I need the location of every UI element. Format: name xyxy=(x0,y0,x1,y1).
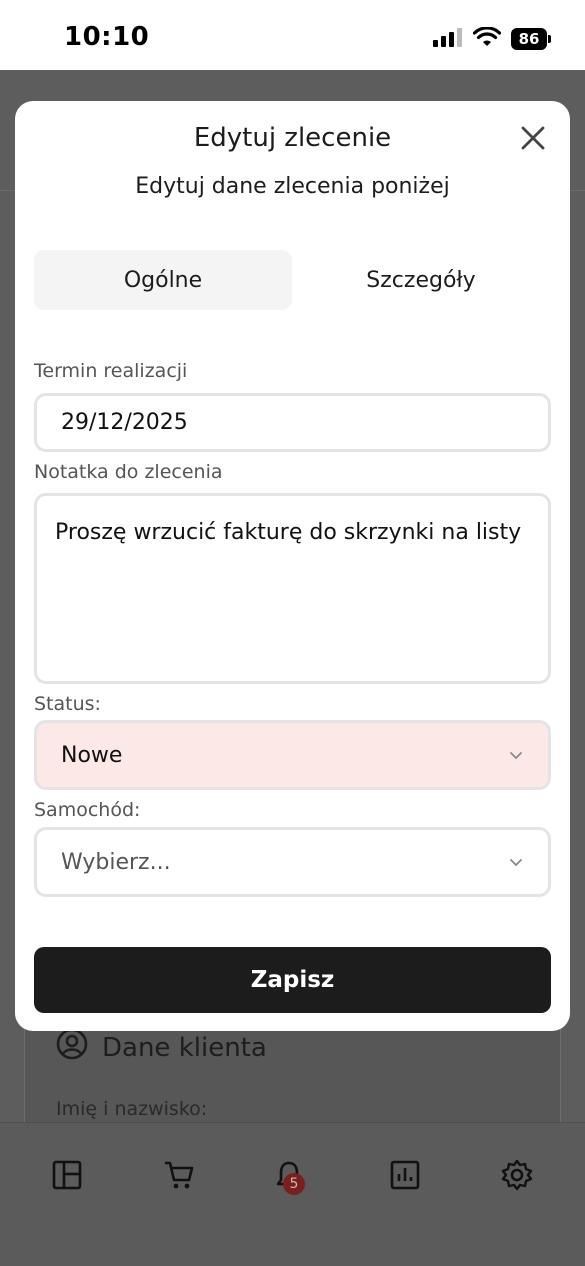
modal-subtitle: Edytuj dane zlecenia poniżej xyxy=(135,174,450,199)
chevron-down-icon xyxy=(508,854,524,870)
car-select[interactable]: Wybierz... xyxy=(34,827,551,897)
nav-settings[interactable] xyxy=(497,1157,537,1197)
status-icons: 86 xyxy=(433,26,551,52)
tab-details[interactable]: Szczegóły xyxy=(292,250,550,310)
chevron-down-icon xyxy=(508,747,524,763)
note-textarea[interactable]: Proszę wrzucić fakturę do skrzynki na li… xyxy=(34,493,551,684)
status-time: 10:10 xyxy=(64,22,150,52)
deadline-label: Termin realizacji xyxy=(34,360,188,382)
close-icon xyxy=(521,126,545,154)
nav-notifications[interactable]: 5 xyxy=(269,1157,309,1197)
close-button[interactable] xyxy=(518,125,548,155)
modal-tabs: Ogólne Szczegóły xyxy=(34,250,550,310)
deadline-input[interactable]: 29/12/2025 xyxy=(34,393,551,452)
user-circle-icon xyxy=(56,1028,88,1067)
car-placeholder: Wybierz... xyxy=(61,849,171,875)
note-value: Proszę wrzucić fakturę do skrzynki na li… xyxy=(55,520,522,545)
battery-level: 86 xyxy=(518,30,540,48)
edit-order-modal: Edytuj zlecenie Edytuj dane zlecenia pon… xyxy=(15,101,570,1031)
status-bar: 10:10 86 xyxy=(0,0,585,70)
dashboard-icon xyxy=(52,1160,82,1194)
deadline-value: 29/12/2025 xyxy=(61,410,188,435)
reports-icon xyxy=(390,1160,420,1194)
notification-badge: 5 xyxy=(283,1173,305,1195)
car-label: Samochód: xyxy=(34,799,141,821)
status-label: Status: xyxy=(34,693,101,715)
battery-icon: 86 xyxy=(511,28,551,50)
nav-dashboard[interactable] xyxy=(47,1157,87,1197)
status-value: Nowe xyxy=(61,742,123,768)
client-section-header: Dane klienta xyxy=(56,1028,267,1067)
note-label: Notatka do zlecenia xyxy=(34,461,223,483)
client-section-title: Dane klienta xyxy=(102,1032,267,1063)
nav-cart[interactable] xyxy=(159,1157,199,1197)
cellular-signal-icon xyxy=(433,27,463,51)
modal-title: Edytuj zlecenie xyxy=(193,123,392,153)
nav-reports[interactable] xyxy=(385,1157,425,1197)
save-button[interactable]: Zapisz xyxy=(34,947,551,1013)
tab-general[interactable]: Ogólne xyxy=(34,250,292,310)
wifi-icon xyxy=(472,26,502,51)
bottom-nav: 5 xyxy=(0,1122,585,1266)
cart-icon xyxy=(163,1159,195,1195)
status-select[interactable]: Nowe xyxy=(34,720,551,790)
name-label: Imię i nazwisko: xyxy=(56,1098,208,1120)
settings-icon xyxy=(501,1159,533,1195)
app-screen: 10:10 86 Dane klienta Imię i nazwisko: 5… xyxy=(0,0,585,1266)
